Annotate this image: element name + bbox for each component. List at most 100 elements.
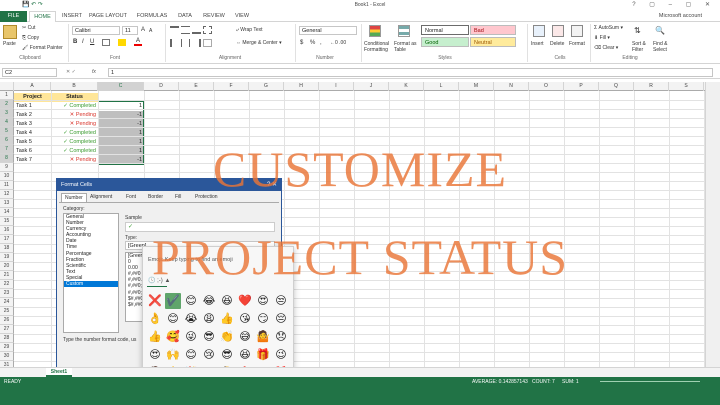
merge-center-button[interactable]: ⇔ Merge & Center ▾ — [236, 40, 282, 46]
emoji-item[interactable]: ❤️ — [237, 293, 253, 309]
align-right-icon[interactable] — [192, 39, 201, 47]
row-header[interactable]: 27 — [0, 325, 14, 334]
autosum-button[interactable]: Σ AutoSum ▾ — [594, 25, 623, 31]
column-header[interactable]: L — [424, 82, 459, 91]
window-controls[interactable]: ? ▢ – ▢ ✕ — [632, 1, 716, 8]
italic-button[interactable]: I — [82, 39, 84, 45]
column-header[interactable]: R — [634, 82, 669, 91]
column-header[interactable]: E — [179, 82, 214, 91]
tab-review[interactable]: REVIEW — [200, 11, 228, 22]
column-header[interactable]: N — [494, 82, 529, 91]
decimal-buttons[interactable]: ←0 .00 — [330, 40, 346, 46]
row-header[interactable]: 13 — [0, 199, 14, 208]
indent-icon[interactable] — [203, 39, 212, 47]
style-normal[interactable]: Normal — [421, 25, 469, 35]
emoji-item[interactable]: 😒 — [273, 293, 289, 309]
format-as-table-icon[interactable] — [398, 25, 410, 37]
column-header[interactable]: B — [51, 82, 98, 91]
row-header[interactable]: 14 — [0, 208, 14, 217]
emoji-item[interactable]: 😉 — [273, 347, 289, 363]
grow-font-button[interactable]: A — [141, 27, 145, 33]
row-header[interactable]: 15 — [0, 217, 14, 226]
column-header[interactable]: J — [354, 82, 389, 91]
sort-filter-icon[interactable]: ⇅ — [634, 26, 641, 35]
emoji-item[interactable]: 😩 — [201, 311, 217, 327]
row-header[interactable]: 30 — [0, 352, 14, 361]
emoji-item[interactable]: 😊 — [183, 293, 199, 309]
emoji-item[interactable]: 😔 — [273, 311, 289, 327]
emoji-item[interactable]: 😍 — [255, 293, 271, 309]
emoji-item[interactable]: 😘 — [237, 311, 253, 327]
percent-button[interactable]: % — [310, 40, 315, 46]
currency-button[interactable]: $ — [300, 40, 303, 46]
sheet-tab-sheet1[interactable]: Sheet1 — [46, 368, 72, 377]
row-header[interactable]: 2 — [0, 100, 14, 109]
select-all-corner[interactable] — [0, 82, 14, 91]
format-painter-button[interactable]: 🖌 Format Painter — [22, 45, 63, 51]
align-left-icon[interactable] — [170, 39, 179, 47]
column-header[interactable]: M — [459, 82, 494, 91]
zoom-slider[interactable] — [600, 381, 700, 382]
emoji-item[interactable]: 😢 — [201, 347, 217, 363]
style-neutral[interactable]: Neutral — [470, 37, 516, 47]
column-header[interactable]: G — [249, 82, 284, 91]
emoji-item[interactable]: 😂 — [201, 293, 217, 309]
cancel-confirm-icons[interactable]: ✕ ✓ — [66, 69, 76, 75]
underline-button[interactable]: U — [90, 39, 94, 45]
insert-cells-icon[interactable] — [533, 25, 545, 37]
conditional-formatting-icon[interactable] — [369, 25, 381, 37]
emoji-item[interactable]: 😏 — [255, 311, 271, 327]
column-header[interactable]: K — [389, 82, 424, 91]
bottom-align-icon[interactable] — [192, 26, 201, 34]
emoji-item[interactable]: 👏 — [219, 329, 235, 345]
emoji-item[interactable]: 🎁 — [255, 347, 271, 363]
account-link[interactable]: Microsoft account — [659, 13, 702, 19]
row-header[interactable]: 23 — [0, 289, 14, 298]
fill-color-icon[interactable] — [118, 39, 126, 46]
copy-button[interactable]: ⎘ Copy — [22, 35, 39, 41]
emoji-item[interactable]: 👍 — [147, 329, 163, 345]
paste-button[interactable]: Paste — [3, 41, 16, 47]
bold-button[interactable]: B — [73, 39, 77, 45]
emoji-item[interactable]: 😜 — [183, 329, 199, 345]
delete-button[interactable]: Delete — [550, 41, 564, 47]
column-header[interactable]: S — [669, 82, 704, 91]
fill-button[interactable]: ⬇ Fill ▾ — [594, 35, 610, 41]
font-name-dropdown[interactable]: Calibri — [72, 26, 120, 35]
find-select-icon[interactable]: 🔍 — [655, 26, 665, 35]
cut-button[interactable]: ✂ Cut — [22, 25, 35, 31]
format-button[interactable]: Format — [569, 41, 585, 47]
number-format-dropdown[interactable]: General — [299, 26, 357, 35]
quick-access-toolbar[interactable]: 💾 ↶ ↷ — [22, 1, 43, 8]
column-header[interactable]: A — [14, 82, 51, 91]
row-header[interactable]: 24 — [0, 298, 14, 307]
font-color-icon[interactable]: A — [134, 38, 142, 46]
tab-data[interactable]: DATA — [174, 11, 196, 22]
row-header[interactable]: 25 — [0, 307, 14, 316]
row-header[interactable]: 29 — [0, 343, 14, 352]
row-header[interactable]: 26 — [0, 316, 14, 325]
align-center-icon[interactable] — [181, 39, 190, 47]
borders-icon[interactable] — [102, 39, 110, 46]
row-header[interactable]: 5 — [0, 127, 14, 136]
style-bad[interactable]: Bad — [470, 25, 516, 35]
column-header[interactable]: C — [98, 82, 144, 91]
row-header[interactable]: 4 — [0, 118, 14, 127]
emoji-item[interactable]: 😅 — [237, 329, 253, 345]
emoji-item[interactable]: 😊 — [165, 311, 181, 327]
clear-button[interactable]: ⌫ Clear ▾ — [594, 45, 618, 51]
style-good[interactable]: Good — [421, 37, 469, 47]
middle-align-icon[interactable] — [181, 26, 190, 34]
emoji-item[interactable]: 😭 — [183, 311, 199, 327]
tab-home[interactable]: HOME — [29, 11, 56, 22]
top-align-icon[interactable] — [170, 26, 179, 34]
emoji-item[interactable]: 😎 — [219, 347, 235, 363]
emoji-item[interactable]: 😆 — [237, 347, 253, 363]
column-header[interactable]: Q — [599, 82, 634, 91]
emoji-item[interactable]: 😎 — [201, 329, 217, 345]
row-header[interactable]: 1 — [0, 91, 14, 100]
paste-icon[interactable] — [3, 25, 17, 39]
tab-file[interactable]: FILE — [0, 11, 27, 22]
sort-filter-button[interactable]: Sort & Filter — [632, 41, 652, 53]
emoji-item[interactable]: ✔️ — [165, 293, 181, 309]
